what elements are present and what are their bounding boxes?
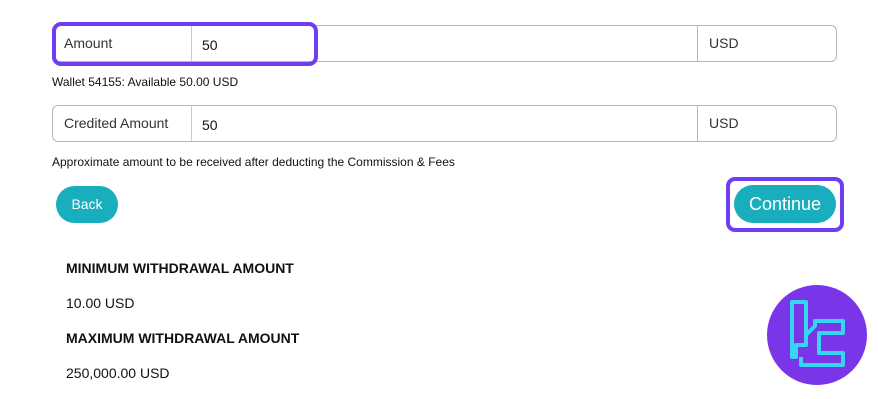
brand-logo-icon [767,285,867,385]
credited-input[interactable]: 50 [191,105,698,142]
credited-label-box: Credited Amount [52,105,192,142]
amount-currency-box: USD [697,25,837,62]
amount-highlight-frame [52,22,318,66]
back-button[interactable]: Back [56,186,118,223]
min-withdrawal-value: 10.00 USD [66,295,135,311]
credited-currency: USD [709,115,739,131]
credited-currency-box: USD [697,105,837,142]
brand-logo-glyph [790,300,845,367]
amount-currency: USD [709,35,739,51]
credited-row: Credited Amount 50 USD [52,105,837,142]
credited-value: 50 [202,117,218,133]
max-withdrawal-title: MAXIMUM WITHDRAWAL AMOUNT [66,330,300,346]
max-withdrawal-value: 250,000.00 USD [66,365,170,381]
credited-hint: Approximate amount to be received after … [52,155,455,169]
credited-label: Credited Amount [64,115,169,131]
continue-button[interactable]: Continue [734,185,836,223]
min-withdrawal-title: MINIMUM WITHDRAWAL AMOUNT [66,260,294,276]
wallet-info: Wallet 54155: Available 50.00 USD [52,75,239,89]
